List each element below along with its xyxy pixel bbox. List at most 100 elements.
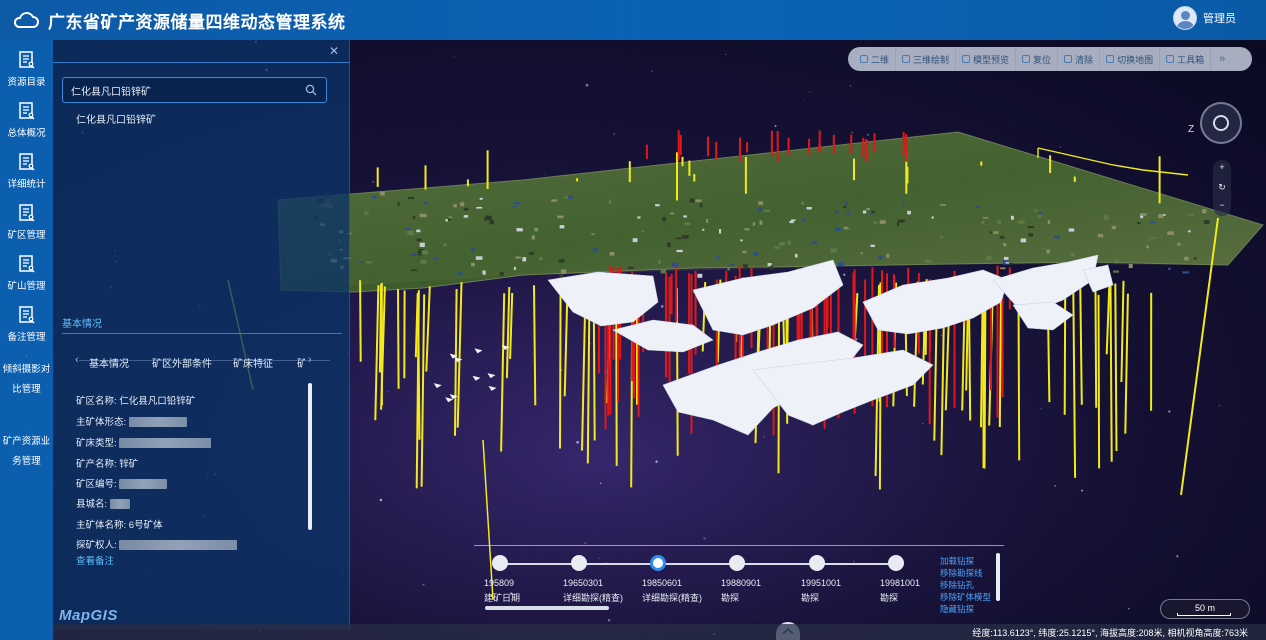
- nav-item-0[interactable]: 资源目录: [0, 44, 53, 94]
- nav-item-5[interactable]: 备注管理: [0, 299, 53, 349]
- terrain-building: [1146, 245, 1149, 249]
- terrain-building: [1097, 234, 1104, 238]
- tab-basic-info[interactable]: 基本情况: [89, 355, 129, 370]
- terrain-building: [534, 227, 538, 232]
- timeline-scrollbar[interactable]: [485, 606, 609, 610]
- tab-external-conditions[interactable]: 矿区外部条件: [152, 355, 212, 370]
- nav-item-3[interactable]: 矿区管理: [0, 197, 53, 247]
- star: [543, 173, 545, 175]
- zoom-in-icon[interactable]: +: [1213, 162, 1231, 172]
- terrain-building: [559, 225, 565, 229]
- timeline-action-link[interactable]: 隐藏钻探: [940, 603, 991, 615]
- field-label: 矿床类型:: [76, 438, 117, 449]
- panel-scrollbar[interactable]: [308, 383, 312, 530]
- terrain-building: [728, 264, 735, 266]
- terrain-building: [843, 226, 849, 229]
- timeline-action-link[interactable]: 移除钻孔: [940, 579, 991, 591]
- close-icon[interactable]: ✕: [329, 44, 339, 58]
- timeline-node[interactable]: [571, 555, 587, 571]
- terrain-building: [522, 257, 527, 262]
- terrain-building: [551, 199, 558, 202]
- info-field: 主矿体形态:: [76, 414, 187, 428]
- search-box[interactable]: [62, 77, 327, 103]
- nav-item-7[interactable]: 矿产资源业 务管理: [0, 422, 53, 472]
- terrain-building: [453, 204, 457, 208]
- terrain-building: [907, 210, 911, 215]
- terrain-building: [359, 261, 363, 264]
- user-name[interactable]: 管理员: [1203, 10, 1236, 26]
- star: [763, 435, 766, 438]
- timeline-node[interactable]: [888, 555, 904, 571]
- scale-label: 50 m: [1195, 603, 1216, 613]
- timeline-action-link[interactable]: 移除勘探线: [940, 567, 991, 579]
- tab-more[interactable]: 矿: [297, 355, 305, 370]
- info-field: 矿区名称: 仁化县凡口铅锌矿: [76, 393, 195, 407]
- timeline-action-link[interactable]: 加载钻探: [940, 555, 991, 567]
- terrain-building: [515, 256, 521, 259]
- terrain-building: [407, 230, 414, 236]
- drill-hole-yellow: [1017, 292, 1021, 461]
- terrain-building: [975, 206, 981, 208]
- star: [585, 83, 589, 87]
- toolbar-more-icon[interactable]: »: [1211, 53, 1233, 65]
- timeline-node[interactable]: [809, 555, 825, 571]
- star: [372, 180, 375, 184]
- timeline-node[interactable]: [729, 555, 745, 571]
- drill-hole-yellow: [1114, 283, 1118, 452]
- terrain-building: [702, 228, 705, 231]
- terrain-building: [513, 266, 516, 271]
- zoom-out-icon[interactable]: −: [1213, 200, 1231, 210]
- search-icon[interactable]: [305, 84, 317, 96]
- field-label: 主矿体名称:: [76, 520, 127, 531]
- terrain-building: [811, 241, 818, 244]
- field-value: 仁化县凡口铅锌矿: [119, 396, 196, 407]
- timeline-actions: 加载钻探 移除勘探线 移除钻孔 移除矿体模型 隐藏钻探: [940, 555, 991, 615]
- terrain-building: [1182, 271, 1190, 274]
- star: [660, 305, 664, 308]
- toolbar-button-5[interactable]: 切换地图: [1100, 47, 1161, 71]
- drill-hole-yellow: [998, 286, 1002, 428]
- search-result-item[interactable]: 仁化县凡口铅锌矿: [76, 111, 156, 126]
- star: [647, 376, 649, 377]
- terrain-building: [1193, 257, 1197, 260]
- tool-label: 工具箱: [1177, 54, 1205, 65]
- avatar[interactable]: [1173, 6, 1197, 30]
- timeline-node[interactable]: [492, 555, 508, 571]
- timeline-action-link[interactable]: 移除矿体模型: [940, 591, 991, 603]
- timeline-actions-scrollbar[interactable]: [996, 553, 1000, 601]
- tab-deposit-features[interactable]: 矿床特征: [233, 355, 273, 370]
- nav-item-1[interactable]: 总体概况: [0, 95, 53, 145]
- reset-view-icon[interactable]: ↻: [1213, 182, 1231, 193]
- terrain-building: [561, 269, 567, 274]
- terrain-building: [866, 207, 870, 210]
- terrain-building: [558, 259, 565, 263]
- terrain-building: [476, 206, 483, 209]
- user-menu[interactable]: 管理员: [1173, 6, 1236, 30]
- terrain-building: [397, 202, 400, 207]
- search-input[interactable]: [71, 82, 296, 99]
- toolbar-button-2[interactable]: 模型预览: [956, 47, 1017, 71]
- nav-item-2[interactable]: 详细统计: [0, 146, 53, 196]
- timeline-node[interactable]: [650, 555, 666, 571]
- terrain-building: [457, 271, 463, 275]
- toolbar-button-6[interactable]: 工具箱: [1160, 47, 1212, 71]
- nav-item-6[interactable]: 倾斜摄影对 比管理: [0, 350, 53, 400]
- terrain-building: [1046, 249, 1050, 254]
- nav-item-4[interactable]: 矿山管理: [0, 248, 53, 298]
- terrain-building: [1003, 243, 1007, 247]
- redacted-value: [119, 438, 212, 449]
- toolbar-button-1[interactable]: 三维绘制: [896, 47, 957, 71]
- compass-icon[interactable]: [1200, 102, 1242, 144]
- terrain-building: [843, 206, 847, 209]
- terrain-building: [727, 267, 730, 271]
- terrain-building: [364, 211, 369, 215]
- toolbar-button-4[interactable]: 清除: [1058, 47, 1101, 71]
- compass-center[interactable]: [1213, 115, 1229, 131]
- terrain-building: [684, 222, 691, 226]
- toolbar-button-3[interactable]: 复位: [1016, 47, 1059, 71]
- terrain-building: [470, 247, 475, 251]
- toolbar-button-0[interactable]: 二维: [854, 47, 897, 71]
- view-notes-link[interactable]: 查看备注: [76, 553, 114, 567]
- terrain-building: [697, 273, 703, 278]
- star: [584, 542, 587, 544]
